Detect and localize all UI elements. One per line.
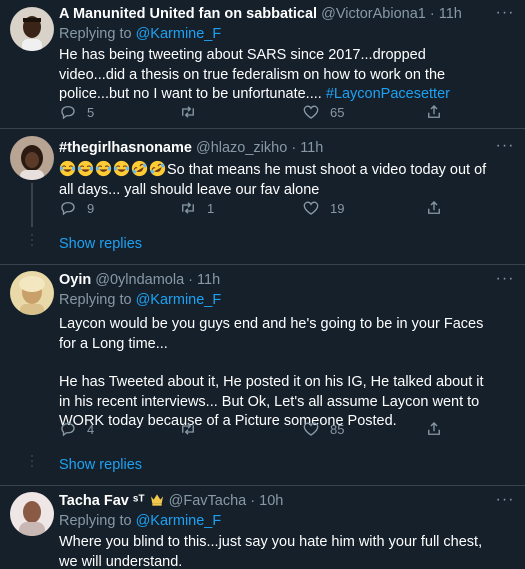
tweet-header: Oyin @0ylndamola · 11h [59,270,495,290]
like-count: 65 [330,104,345,120]
face-with-tears-of-joy-icon [59,160,76,177]
replying-to-label: Replying to [59,513,136,529]
separator-dot: · [246,493,260,509]
replying-to-label: Replying to [59,292,136,308]
avatar[interactable] [10,7,54,51]
heart-icon [303,201,319,215]
share-button[interactable] [425,198,443,218]
face-with-tears-of-joy-icon [95,160,112,177]
face-with-tears-of-joy-icon [77,160,94,177]
share-icon [428,422,440,435]
emoji-row [59,160,167,178]
reply-button[interactable]: 5 [59,102,94,122]
reply-icon [61,106,75,120]
like-button[interactable]: 65 [302,102,344,122]
user-handle[interactable]: @hlazo_zikho [196,140,287,156]
share-icon [428,201,440,214]
retweet-button[interactable]: 1 [179,198,214,218]
reply-button[interactable]: 4 [59,419,94,439]
crown-icon [150,494,163,506]
tweet-timestamp[interactable]: 11h [300,140,323,156]
like-button[interactable]: 19 [302,198,344,218]
user-handle[interactable]: @FavTacha [169,493,247,509]
thread-dots [30,455,34,470]
retweet-icon [182,423,194,435]
rolling-on-floor-laughing-icon [149,160,166,177]
show-replies-link[interactable]: Show replies [59,455,142,475]
separator-dot: · [184,272,198,288]
heart-icon [303,422,319,436]
reply-count: 4 [87,421,95,437]
tweet-actions: 5 65 [59,102,459,122]
share-icon [428,105,440,118]
replying-to: Replying to @Karmine_F [59,24,495,44]
mention-link[interactable]: @Karmine_F [136,292,222,308]
share-button[interactable] [425,419,443,439]
retweet-button[interactable] [179,419,207,439]
display-name[interactable]: Tacha Fav ˢᵀ [59,493,145,509]
tweet-timestamp[interactable]: 11h [439,6,462,22]
tweet[interactable]: A Manunited United fan on sabbatical @Vi… [0,0,525,128]
thread-line [31,183,33,227]
face-with-tears-of-joy-icon [113,160,130,177]
tweet-header: #thegirlhasnoname @hlazo_zikho · 11h [59,138,495,158]
avatar[interactable] [10,136,54,180]
tweet-text: Where you blind to this...just say you h… [59,534,483,569]
replying-to: Replying to @Karmine_F [59,290,495,310]
tweet-timestamp[interactable]: 11h [197,272,220,288]
reply-button[interactable]: 9 [59,198,94,218]
tweet-actions: 4 85 [59,419,459,439]
retweet-count: 1 [207,200,215,216]
retweet-icon [182,202,194,214]
like-count: 85 [330,421,345,437]
heart-icon [303,105,319,119]
replying-to-label: Replying to [59,26,136,42]
tweet-text: Laycon would be you guys end and he's go… [59,315,495,432]
tweet[interactable]: #thegirlhasnoname @hlazo_zikho · 11h So … [0,129,525,227]
display-name[interactable]: #thegirlhasnoname [59,140,192,156]
tweet-timestamp[interactable]: 10h [259,493,283,509]
reply-icon [61,202,75,216]
tweet[interactable]: Tacha Fav ˢᵀ @FavTacha · 10h Replying to… [0,486,525,569]
tweet-header: Tacha Fav ˢᵀ @FavTacha · 10h [59,491,495,511]
display-name[interactable]: A Manunited United fan on sabbatical [59,6,317,22]
share-button[interactable] [425,102,443,122]
more-options-icon[interactable]: ··· [495,138,515,161]
retweet-button[interactable] [179,102,207,122]
tweet-paragraph: Laycon would be you guys end and he's go… [59,316,484,352]
reply-count: 9 [87,200,95,216]
tweet-text: He has being tweeting about SARS since 2… [59,46,495,105]
display-name[interactable]: Oyin [59,272,91,288]
replying-to: Replying to @Karmine_F [59,511,495,531]
timeline-feed: A Manunited United fan on sabbatical @Vi… [0,0,525,569]
separator-dot: · [287,140,301,156]
tweet[interactable]: Oyin @0ylndamola · 11h Replying to @Karm… [0,265,525,445]
hashtag-link[interactable]: #LayconPacesetter [326,86,450,102]
reply-icon [61,423,75,437]
tweet-text: So that means he must shoot a video toda… [59,160,495,200]
like-count: 19 [330,200,345,216]
more-options-icon[interactable]: ··· [495,5,515,28]
like-button[interactable]: 85 [302,419,344,439]
avatar[interactable] [10,271,54,315]
thread-dots [30,234,34,249]
show-replies-link[interactable]: Show replies [59,234,142,254]
mention-link[interactable]: @Karmine_F [136,26,222,42]
tweet-header: A Manunited United fan on sabbatical @Vi… [59,4,495,24]
avatar[interactable] [10,492,54,536]
mention-link[interactable]: @Karmine_F [136,513,222,529]
rolling-on-floor-laughing-icon [131,160,148,177]
tweet-actions: 9 1 19 [59,198,459,218]
retweet-icon [182,106,194,118]
reply-count: 5 [87,104,95,120]
user-handle[interactable]: @VictorAbiona1 [321,6,426,22]
separator-dot: · [425,6,439,22]
more-options-icon[interactable]: ··· [495,271,515,294]
user-handle[interactable]: @0ylndamola [95,272,184,288]
more-options-icon[interactable]: ··· [495,492,515,515]
